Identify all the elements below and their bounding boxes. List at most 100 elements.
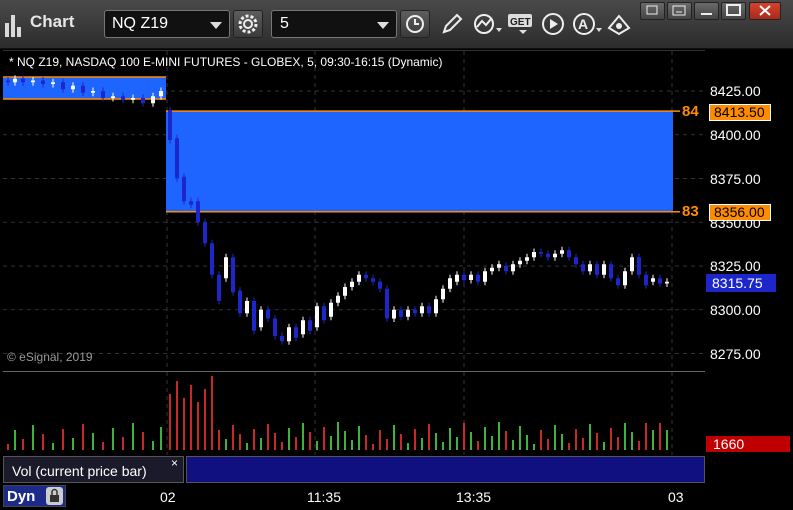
volume-bar: [659, 423, 661, 450]
price-chart-pane[interactable]: [3, 50, 705, 370]
volume-bar: [132, 423, 134, 450]
restore-button[interactable]: [640, 2, 665, 20]
alert-line-marker[interactable]: 84: [682, 103, 699, 120]
candle-body: [21, 78, 25, 83]
copyright-text: © eSignal, 2019: [7, 350, 93, 364]
volume-bar: [484, 427, 486, 450]
candle-body: [609, 264, 613, 279]
volume-bar: [82, 424, 84, 450]
price-axis-label: 8325.00: [710, 258, 761, 274]
candle-body: [189, 201, 193, 205]
volume-bar: [152, 441, 154, 450]
candle-body: [308, 320, 312, 331]
play-button[interactable]: [541, 12, 567, 36]
candle-body: [252, 301, 256, 331]
volume-bar: [365, 435, 367, 450]
alert-button[interactable]: A: [572, 12, 604, 36]
candle-body: [623, 271, 627, 286]
volume-bar: [631, 432, 633, 450]
svg-text:A: A: [578, 16, 588, 32]
chart-line-button[interactable]: [472, 12, 504, 36]
volume-chart-canvas[interactable]: [3, 372, 705, 455]
volume-bar: [442, 442, 444, 450]
candle-body: [658, 278, 662, 284]
symbol-dropdown[interactable]: NQ Z19: [104, 10, 230, 38]
candle-body: [511, 264, 515, 272]
candle-body: [13, 78, 17, 83]
volume-bar: [505, 431, 507, 450]
candle-body: [560, 250, 564, 254]
candle-body: [434, 299, 438, 314]
volume-bar: [456, 437, 458, 450]
lock-icon[interactable]: [46, 487, 63, 505]
maximize-button[interactable]: [721, 2, 746, 20]
volume-bar: [638, 441, 640, 450]
candle-body: [630, 257, 634, 272]
candle-body: [602, 264, 606, 275]
alert-line-marker[interactable]: 83: [682, 203, 699, 220]
alert-price-tag: 8413.50: [709, 104, 771, 121]
candle-body: [567, 250, 571, 258]
candle-body: [336, 295, 340, 303]
volume-bar: [624, 423, 626, 450]
candle-body: [182, 176, 186, 202]
candle-body: [490, 267, 494, 272]
volume-bar: [379, 430, 381, 450]
volume-bar: [309, 432, 311, 450]
candle-body: [385, 288, 389, 319]
volume-bar: [666, 430, 668, 450]
volume-bar: [645, 423, 647, 450]
close-button[interactable]: [749, 2, 781, 20]
candle-body: [364, 274, 368, 279]
dynamic-button[interactable]: Dyn: [3, 485, 66, 507]
time-axis-label: 03: [668, 489, 684, 505]
candle-body: [546, 253, 550, 258]
volume-bar: [414, 429, 416, 450]
get-data-button[interactable]: GET: [507, 12, 537, 36]
volume-bar: [435, 433, 437, 450]
maximize-icon: [726, 4, 741, 16]
candle-body: [637, 257, 641, 275]
volume-bar: [42, 434, 44, 450]
candle-body: [504, 266, 508, 272]
volume-bar: [72, 438, 74, 450]
candle-body: [497, 264, 501, 268]
settings-gear-button[interactable]: [233, 10, 263, 38]
volume-bar: [463, 423, 465, 450]
pencil-button[interactable]: [440, 12, 466, 36]
study-legend[interactable]: Vol (current price bar): [3, 456, 184, 483]
study-close-button[interactable]: ×: [171, 456, 178, 470]
candle-body: [448, 278, 452, 289]
candle-body: [651, 278, 655, 282]
close-icon: [759, 5, 771, 16]
pencil-icon: [442, 13, 463, 34]
dyn-label: Dyn: [7, 488, 36, 505]
candle-body: [196, 201, 200, 223]
clock-button[interactable]: [400, 10, 430, 38]
volume-bar: [92, 433, 94, 450]
candle-body: [51, 82, 55, 84]
candle-body: [159, 91, 163, 97]
candle-body: [322, 306, 326, 321]
candle-body: [81, 85, 85, 93]
candle-body: [238, 290, 242, 314]
compass-button[interactable]: [606, 10, 632, 38]
volume-bar: [183, 398, 185, 450]
volume-bar: [351, 440, 353, 450]
volume-bar: [204, 389, 206, 450]
volume-pane[interactable]: [3, 371, 705, 455]
volume-bar: [568, 443, 570, 450]
minimize-button[interactable]: [667, 2, 692, 20]
volume-bar: [407, 443, 409, 450]
price-zone: [166, 111, 673, 212]
candle-body: [581, 264, 585, 272]
minimize-window-button[interactable]: [694, 2, 719, 20]
price-chart-canvas[interactable]: [3, 51, 705, 370]
candle-body: [301, 320, 305, 335]
candle-body: [31, 80, 35, 83]
candle-body: [266, 309, 270, 319]
study-strip: [186, 456, 705, 483]
interval-dropdown[interactable]: 5: [271, 10, 397, 38]
candle-body: [151, 96, 155, 104]
minimize-icon: [672, 5, 686, 16]
